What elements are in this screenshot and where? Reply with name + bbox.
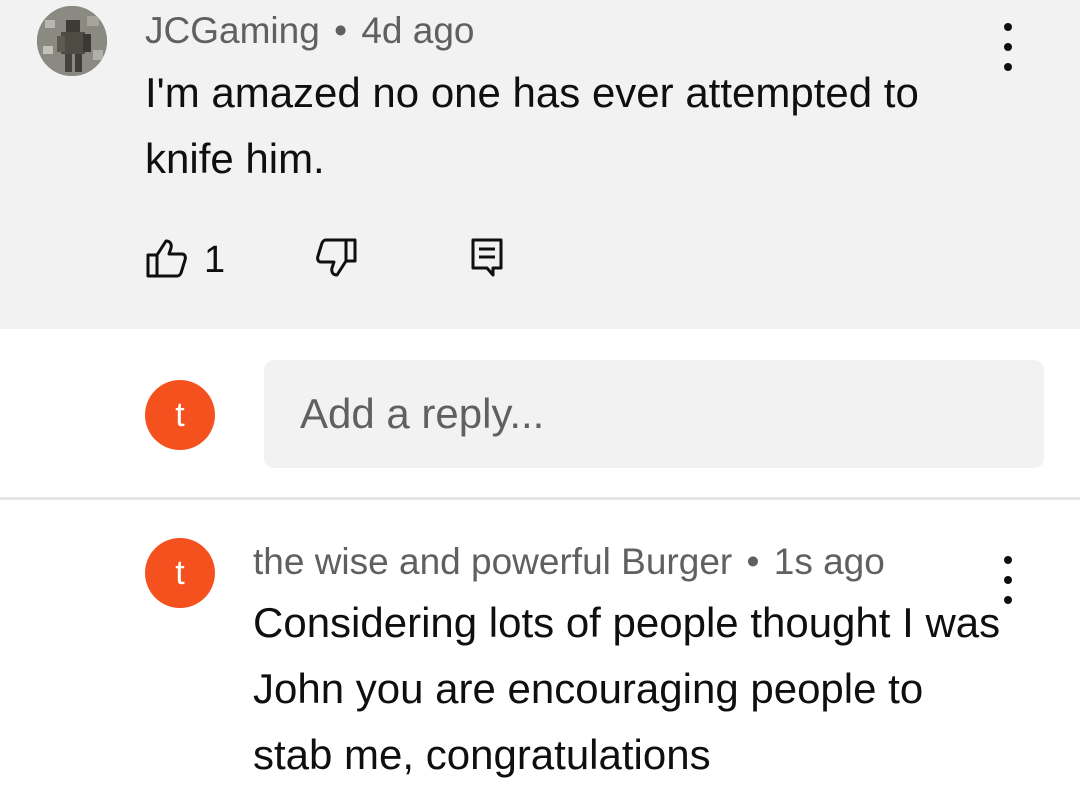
comment-author[interactable]: JCGaming bbox=[145, 10, 320, 51]
reply-time: 1s ago bbox=[773, 541, 885, 582]
divider bbox=[0, 497, 1080, 500]
like-count: 1 bbox=[204, 239, 226, 281]
highlighted-comment: JCGaming • 4d ago I'm amazed no one has … bbox=[0, 0, 1080, 329]
reply-meta: the wise and powerful Burger • 1s ago bbox=[253, 543, 885, 580]
comment-time: 4d ago bbox=[361, 10, 475, 51]
reply-icon[interactable] bbox=[471, 238, 503, 278]
commenter-avatar[interactable] bbox=[37, 6, 107, 76]
comment-meta: JCGaming • 4d ago bbox=[145, 12, 474, 49]
reply-author[interactable]: the wise and powerful Burger bbox=[253, 541, 732, 582]
reply-author-avatar[interactable]: t bbox=[145, 538, 215, 608]
meta-separator: • bbox=[334, 10, 348, 51]
thumbs-down-icon[interactable] bbox=[315, 238, 357, 278]
meta-separator: • bbox=[746, 541, 760, 582]
user-avatar[interactable]: t bbox=[145, 380, 215, 450]
add-reply-input[interactable]: Add a reply... bbox=[264, 360, 1044, 468]
soldier-avatar-image bbox=[37, 6, 107, 76]
comment-text: I'm amazed no one has ever attempted to … bbox=[145, 69, 919, 182]
reply-text: Considering lots of people thought I was… bbox=[253, 599, 1001, 778]
thumbs-up-icon[interactable] bbox=[146, 238, 188, 278]
